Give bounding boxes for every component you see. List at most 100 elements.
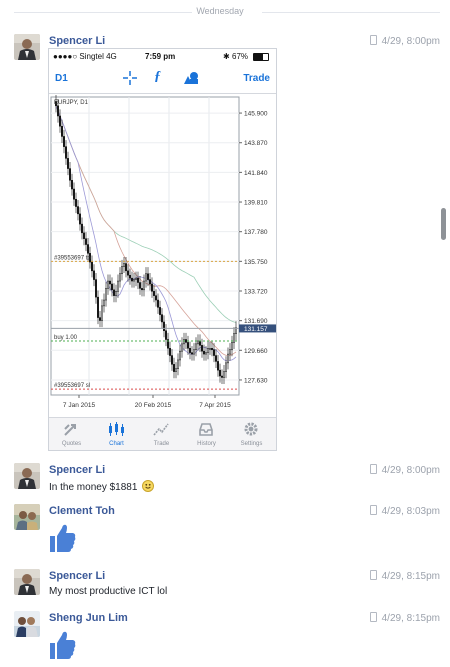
candle	[199, 340, 201, 346]
tab-settings[interactable]: Settings	[229, 418, 274, 450]
candle	[217, 361, 219, 371]
candle	[179, 350, 181, 361]
candle	[137, 277, 139, 283]
phone-icon	[369, 612, 377, 622]
avatar[interactable]	[14, 34, 40, 60]
candle	[205, 352, 207, 355]
candle	[183, 339, 185, 345]
y-tick-label: 139.810	[244, 200, 268, 207]
x-tick-label: 7 Jan 2015	[63, 402, 96, 409]
candle	[103, 299, 105, 307]
sender-name[interactable]: Spencer Li	[49, 35, 105, 47]
avatar[interactable]	[14, 611, 40, 637]
candle	[95, 279, 97, 298]
candle	[143, 280, 145, 291]
shared-screenshot[interactable]: ●●●●○ Singtel 4G 7:59 pm ✱ 67% D1 ƒ Trad…	[48, 48, 277, 451]
objects-icon[interactable]	[183, 71, 199, 85]
candle	[87, 244, 89, 254]
candle	[73, 188, 75, 200]
candle	[225, 362, 227, 372]
bluetooth-icon: ✱	[223, 52, 230, 61]
chat-message: Clement Toh 4/29, 8:03pm	[0, 501, 440, 559]
avatar[interactable]	[14, 569, 40, 595]
inbox-icon	[199, 423, 213, 436]
candle	[67, 158, 69, 169]
timestamp-text: 4/29, 8:15pm	[381, 571, 440, 582]
candle	[157, 299, 159, 308]
chat-message: Spencer Li 4/29, 8:15pm My most producti…	[0, 566, 440, 602]
candle	[63, 136, 65, 147]
candle	[135, 277, 137, 280]
candle	[139, 282, 141, 289]
current-price-label: 131.157	[244, 326, 268, 333]
candle	[57, 105, 59, 117]
candle	[107, 280, 109, 289]
tab-quotes[interactable]: Quotes	[49, 418, 94, 450]
candle	[173, 364, 175, 372]
candle	[81, 223, 83, 234]
avatar[interactable]	[14, 463, 40, 489]
sender-name[interactable]: Spencer Li	[49, 570, 105, 582]
tab-history[interactable]: History	[184, 418, 229, 450]
avatar[interactable]	[14, 504, 40, 530]
candle	[171, 355, 173, 365]
carrier: ●●●●○ Singtel 4G	[53, 52, 117, 61]
candle	[149, 279, 151, 285]
candle	[105, 288, 107, 301]
sender-name[interactable]: Sheng Jun Lim	[49, 612, 128, 624]
candle	[213, 349, 215, 356]
phone-clock: 7:59 pm	[145, 52, 176, 61]
y-tick-label: 133.720	[244, 288, 268, 295]
candle	[77, 206, 79, 215]
candle	[215, 355, 217, 362]
candle	[99, 317, 101, 321]
candle	[231, 342, 233, 350]
indicators-icon[interactable]: ƒ	[154, 69, 161, 85]
trade-button[interactable]: Trade	[243, 73, 270, 84]
y-tick-label: 127.630	[244, 377, 268, 384]
candle	[233, 333, 235, 343]
tab-trade[interactable]: Trade	[139, 418, 184, 450]
candles-icon	[109, 422, 124, 436]
smile-emoji-icon	[142, 480, 155, 492]
candle	[189, 348, 191, 353]
candle	[123, 263, 125, 267]
quotes-icon	[64, 424, 76, 436]
candle	[229, 349, 231, 355]
candle	[163, 321, 165, 331]
y-tick-label: 135.750	[244, 259, 268, 266]
timestamp: 4/29, 8:15pm	[360, 612, 440, 624]
message-text: In the money $1881	[49, 480, 155, 493]
candle	[161, 314, 163, 323]
sender-name[interactable]: Clement Toh	[49, 505, 115, 517]
candle	[69, 168, 71, 181]
candle	[219, 369, 221, 377]
candle	[191, 352, 193, 355]
candle	[145, 273, 147, 282]
chat-message: Sheng Jun Lim 4/29, 8:15pm	[0, 608, 440, 666]
message-text: My most productive ICT lol	[49, 586, 168, 597]
candle	[79, 213, 81, 225]
battery-text: 67%	[232, 52, 249, 61]
y-tick-label: 145.900	[244, 111, 268, 118]
crosshair-icon[interactable]	[123, 71, 137, 85]
candle	[85, 238, 87, 245]
candle	[181, 343, 183, 352]
price-chart[interactable]: 145.900 143.870 141.840 139.810 137.780 135.7…	[49, 95, 276, 417]
candle	[129, 274, 131, 279]
candle	[61, 125, 63, 137]
stop-loss-label: #39553697 sl	[54, 383, 90, 389]
tab-chart[interactable]: Chart	[94, 418, 139, 450]
candle	[59, 115, 61, 127]
scrollbar[interactable]	[441, 208, 446, 240]
candle	[125, 263, 127, 272]
candle	[93, 270, 95, 280]
timeframe-button[interactable]: D1	[55, 73, 68, 84]
battery-icon	[253, 53, 269, 61]
candle	[119, 273, 121, 282]
candle	[75, 199, 77, 207]
candle	[127, 270, 129, 276]
sender-name[interactable]: Spencer Li	[49, 464, 105, 476]
candle	[221, 375, 223, 378]
candle	[147, 273, 149, 280]
